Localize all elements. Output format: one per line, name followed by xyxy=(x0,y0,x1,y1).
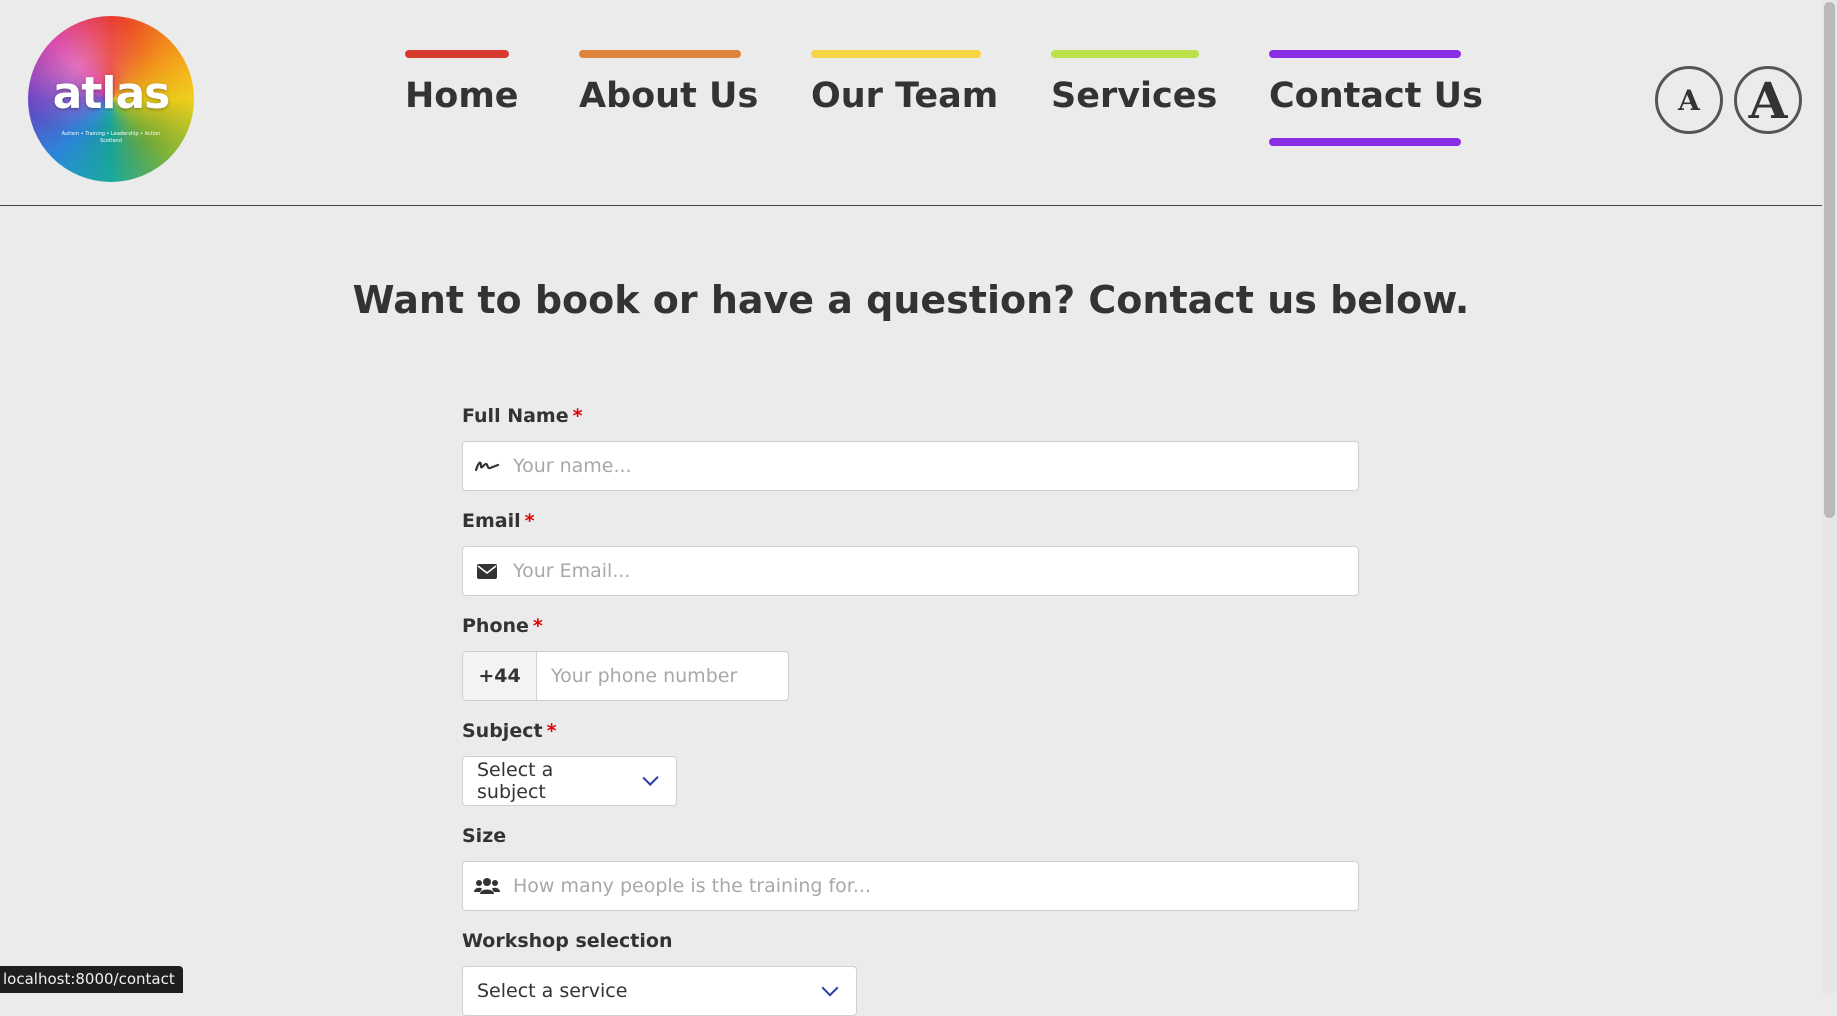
page-scrollbar[interactable] xyxy=(1822,0,1837,993)
size-input[interactable] xyxy=(511,862,1358,910)
chevron-down-icon xyxy=(641,769,659,787)
phone-input[interactable] xyxy=(537,652,798,700)
nav-color-bar xyxy=(405,50,509,58)
required-mark: * xyxy=(572,405,583,427)
full-name-label: Full Name * xyxy=(462,405,583,427)
site-header: atlas Autism • Training • Leadership • A… xyxy=(0,0,1822,206)
required-mark: * xyxy=(546,720,557,742)
chevron-down-icon xyxy=(821,979,839,997)
workshop-selected-value: Select a service xyxy=(477,980,628,1002)
full-name-field[interactable] xyxy=(462,441,1359,491)
subject-selected-value: Select a subject xyxy=(477,759,554,803)
nav-item-label: Contact Us xyxy=(1269,76,1483,116)
nav-active-underline xyxy=(1269,138,1461,146)
nav-item-label: Services xyxy=(1051,76,1218,116)
subject-label: Subject * xyxy=(462,720,557,742)
workshop-select[interactable]: Select a service xyxy=(462,966,857,1016)
phone-field[interactable]: +44 xyxy=(462,651,798,701)
nav-color-bar xyxy=(1051,50,1199,58)
workshop-label-text: Workshop selection xyxy=(462,930,673,952)
subject-select[interactable]: Select a subject xyxy=(462,756,677,806)
required-mark: * xyxy=(524,510,535,532)
email-label: Email * xyxy=(462,510,535,532)
browser-status-url: localhost:8000/contact xyxy=(0,966,183,993)
nav-color-bar xyxy=(579,50,741,58)
email-label-text: Email xyxy=(462,510,521,532)
email-field[interactable] xyxy=(462,546,1359,596)
envelope-icon xyxy=(463,563,511,579)
size-label-text: Size xyxy=(462,825,507,847)
nav-item-label: Our Team xyxy=(811,76,999,116)
size-label: Size xyxy=(462,825,506,847)
nav-item-about-us[interactable]: About Us xyxy=(579,50,758,150)
scrollbar-thumb[interactable] xyxy=(1824,2,1835,518)
nav-item-label: About Us xyxy=(579,76,759,116)
phone-label: Phone * xyxy=(462,615,543,637)
nav-item-services[interactable]: Services xyxy=(1051,50,1217,150)
signature-icon xyxy=(463,458,511,474)
main-nav: Home About Us Our Team Services Contact … xyxy=(0,0,1600,206)
decrease-font-button[interactable]: A xyxy=(1655,66,1723,134)
nav-item-label: Home xyxy=(405,76,519,116)
nav-color-bar xyxy=(811,50,981,58)
required-mark: * xyxy=(532,615,543,637)
increase-font-button[interactable]: A xyxy=(1734,66,1802,134)
country-code-prefix: +44 xyxy=(463,652,537,700)
nav-color-bar xyxy=(1269,50,1461,58)
email-input[interactable] xyxy=(511,547,1358,595)
nav-item-contact-us[interactable]: Contact Us xyxy=(1269,50,1483,150)
full-name-label-text: Full Name xyxy=(462,405,569,427)
nav-item-home[interactable]: Home xyxy=(405,50,519,150)
nav-item-our-team[interactable]: Our Team xyxy=(811,50,998,150)
subject-label-text: Subject xyxy=(462,720,543,742)
page-title: Want to book or have a question? Contact… xyxy=(352,278,1470,322)
size-field[interactable] xyxy=(462,861,1359,911)
users-icon xyxy=(463,877,511,895)
workshop-label: Workshop selection xyxy=(462,930,672,952)
phone-label-text: Phone xyxy=(462,615,529,637)
full-name-input[interactable] xyxy=(511,442,1358,490)
